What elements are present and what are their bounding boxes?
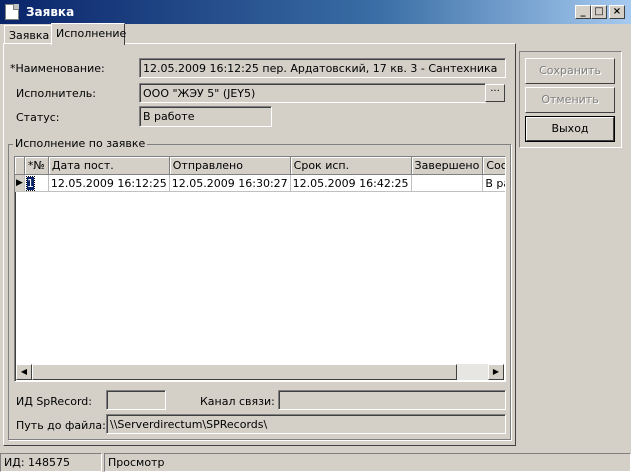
cell-num[interactable]: 1 — [24, 174, 49, 192]
table-row[interactable]: ▶ 1 12.05.2009 16:12:25 12.05.2009 16:30… — [15, 174, 505, 192]
tab-request[interactable]: Заявка — [4, 25, 52, 44]
col-completed-header[interactable]: Завершено — [411, 157, 484, 175]
execution-grid[interactable]: *№ Дата пост. Отправлено Срок исп. Завер… — [14, 156, 506, 382]
spr-id-field[interactable] — [106, 390, 166, 410]
cell-state[interactable]: В работе — [482, 174, 505, 192]
exit-button[interactable]: Выход — [525, 116, 615, 142]
cell-date-received[interactable]: 12.05.2009 16:12:25 — [48, 174, 170, 192]
minimize-button[interactable]: _ — [575, 5, 591, 19]
name-field[interactable]: 12.05.2009 16:12:25 пер. Ардатовский, 17… — [139, 58, 506, 78]
col-date-received-header[interactable]: Дата пост. — [48, 157, 170, 175]
cell-completed[interactable] — [411, 174, 484, 192]
executor-label: Исполнитель: — [16, 87, 96, 100]
channel-field[interactable] — [278, 390, 506, 410]
window-title: Заявка — [26, 5, 75, 19]
col-state-header[interactable]: Состояни — [482, 157, 505, 175]
path-field[interactable]: \\Serverdirectum\SPRecords\ — [106, 414, 506, 434]
grid-header-row: *№ Дата пост. Отправлено Срок исп. Завер… — [15, 157, 505, 175]
cancel-button[interactable]: Отменить — [525, 87, 615, 113]
col-deadline-header[interactable]: Срок исп. — [290, 157, 412, 175]
col-num-header[interactable]: *№ — [24, 157, 49, 175]
col-sent-header[interactable]: Отправлено — [169, 157, 291, 175]
status-field[interactable]: В работе — [139, 106, 272, 127]
name-label: *Наименование: — [10, 62, 105, 75]
title-bar[interactable]: Заявка _ □ × — [0, 0, 631, 24]
executor-lookup-button[interactable]: ··· — [485, 84, 505, 102]
channel-label: Канал связи: — [200, 395, 275, 408]
execution-group-title: Исполнение по заявке — [13, 137, 148, 150]
grid-h-scrollbar[interactable]: ◀ ▶ — [16, 364, 504, 380]
close-button[interactable]: × — [609, 5, 625, 19]
cell-sent[interactable]: 12.05.2009 16:30:27 — [169, 174, 291, 192]
cell-num-value: 1 — [25, 175, 35, 191]
statusbar-id: ИД: 148575 — [0, 453, 102, 472]
tab-request-label: Заявка — [9, 29, 50, 42]
document-icon — [5, 4, 19, 20]
spr-id-label: ИД SpRecord: — [16, 395, 92, 408]
maximize-button[interactable]: □ — [591, 5, 607, 19]
scroll-right-button[interactable]: ▶ — [488, 364, 504, 380]
row-current-marker: ▶ — [15, 174, 25, 192]
path-label: Путь до файла: — [16, 419, 106, 432]
save-button[interactable]: Сохранить — [525, 58, 615, 84]
cell-deadline[interactable]: 12.05.2009 16:42:25 — [290, 174, 412, 192]
execution-table: *№ Дата пост. Отправлено Срок исп. Завер… — [15, 157, 505, 192]
statusbar-mode: Просмотр — [104, 453, 631, 472]
scroll-thumb[interactable] — [32, 364, 457, 380]
status-label: Статус: — [16, 111, 60, 124]
scroll-left-button[interactable]: ◀ — [16, 364, 32, 380]
executor-field[interactable]: ООО "ЖЭУ 5" (JEY5) — [139, 83, 486, 103]
tab-execution[interactable]: Исполнение — [51, 23, 127, 45]
row-indicator-header — [15, 157, 25, 175]
tab-execution-label: Исполнение — [56, 27, 127, 40]
